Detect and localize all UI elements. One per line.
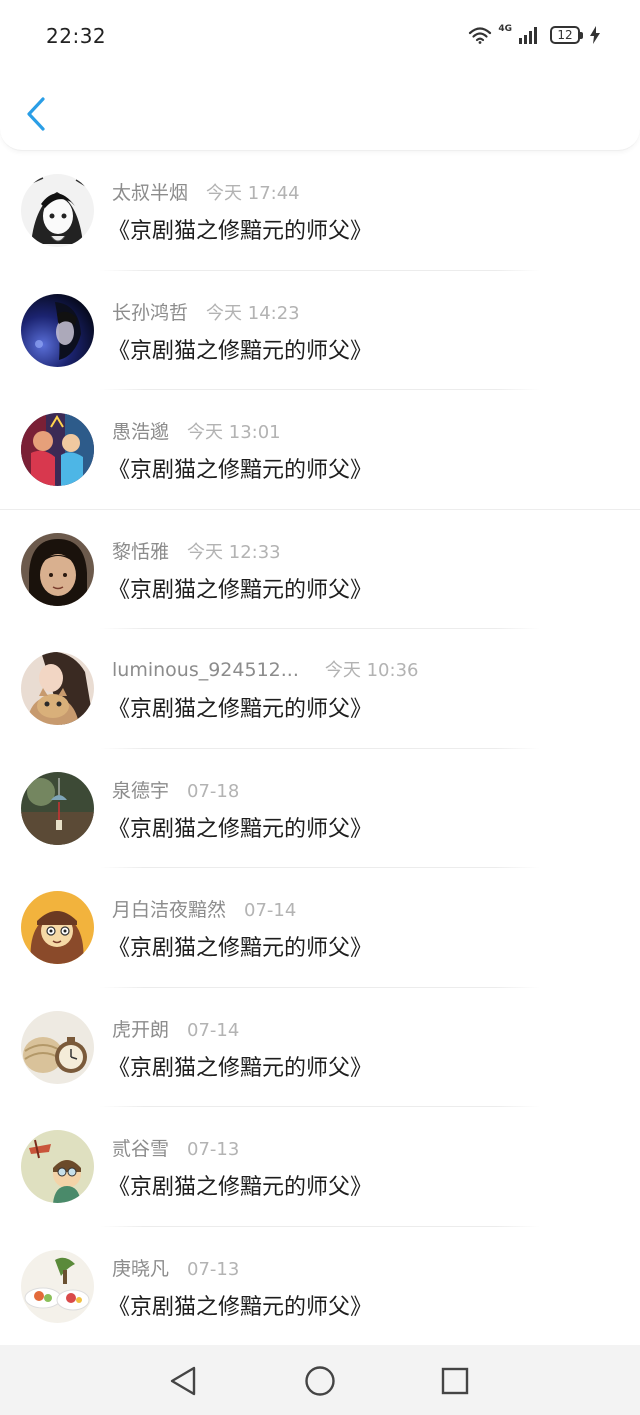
comment-content[interactable]: 《京剧猫之修黯元的师父》 (108, 691, 372, 723)
user-name[interactable]: 贰谷雪 (112, 1134, 169, 1161)
post-time: 今天 10:36 (324, 660, 419, 681)
avatar[interactable] (21, 532, 94, 606)
item-meta: 月白洁夜黯然 07-14 (112, 895, 296, 922)
user-name[interactable]: 虎开朗 (112, 1015, 169, 1042)
comment-content[interactable]: 《京剧猫之修黯元的师父》 (108, 572, 372, 604)
post-time: 今天 14:23 (206, 302, 300, 324)
status-icons: 4G 12 (468, 24, 600, 44)
comment-content[interactable]: 《京剧猫之修黯元的师父》 (108, 452, 372, 484)
chevron-left-icon (27, 97, 45, 131)
post-time: 07-13 (187, 1258, 240, 1280)
avatar[interactable] (21, 652, 94, 725)
list-item[interactable]: 愚浩邈 今天 13:01 《京剧猫之修黯元的师父》 (0, 390, 640, 510)
user-name[interactable]: 愚浩邈 (112, 417, 169, 444)
list-item[interactable]: 贰谷雪 07-13 《京剧猫之修黯元的师父》 (0, 1107, 640, 1227)
charging-icon (590, 26, 600, 44)
status-time: 22:32 (46, 24, 107, 48)
comment-list: 太叔半烟 今天 17:44 《京剧猫之修黯元的师父》 长孙鸿哲 今天 14:23… (0, 151, 640, 1345)
back-button[interactable] (18, 94, 54, 134)
battery-icon: 12 (550, 26, 583, 44)
item-meta: 太叔半烟 今天 17:44 (112, 178, 300, 205)
comment-content[interactable]: 《京剧猫之修黯元的师父》 (108, 1169, 372, 1201)
avatar[interactable] (21, 293, 94, 367)
item-meta: 贰谷雪 07-13 (112, 1134, 239, 1161)
system-navigation-bar (0, 1345, 640, 1415)
comment-list-screen: 22:32 4G 12 太叔半烟 今天 17:44 《京剧猫之修黯元的师父》 长… (0, 0, 640, 1415)
item-meta: luminous_924512... 今天 10:36 (112, 656, 418, 682)
post-time: 07-14 (244, 900, 297, 921)
post-time: 07-18 (187, 780, 240, 802)
list-item[interactable]: 太叔半烟 今天 17:44 《京剧猫之修黯元的师父》 (0, 151, 640, 271)
wifi-icon (469, 27, 492, 44)
comment-content[interactable]: 《京剧猫之修黯元的师父》 (108, 1050, 372, 1082)
post-time: 今天 12:33 (187, 541, 281, 563)
comment-content[interactable]: 《京剧猫之修黯元的师父》 (108, 213, 372, 245)
user-name[interactable]: 太叔半烟 (112, 178, 188, 205)
comment-content[interactable]: 《京剧猫之修黯元的师父》 (108, 930, 372, 962)
square-recents-icon (441, 1367, 469, 1395)
battery-level: 12 (557, 28, 573, 42)
avatar[interactable] (21, 1130, 94, 1203)
list-item[interactable]: luminous_924512... 今天 10:36 《京剧猫之修黯元的师父》 (0, 629, 640, 749)
user-name[interactable]: luminous_924512... (112, 659, 299, 681)
avatar[interactable] (21, 891, 94, 964)
list-item[interactable]: 虎开朗 07-14 《京剧猫之修黯元的师父》 (0, 988, 640, 1107)
user-name[interactable]: 长孙鸿哲 (112, 298, 188, 325)
item-meta: 泉德宇 07-18 (112, 776, 239, 803)
comment-content[interactable]: 《京剧猫之修黯元的师父》 (108, 1289, 372, 1321)
post-time: 今天 13:01 (187, 422, 281, 443)
avatar[interactable] (21, 1249, 94, 1323)
item-meta: 黎恬雅 今天 12:33 (112, 537, 281, 564)
circle-home-icon (305, 1366, 335, 1396)
status-bar: 22:32 4G 12 (0, 0, 640, 76)
comment-content[interactable]: 《京剧猫之修黯元的师父》 (108, 811, 372, 843)
list-item[interactable]: 泉德宇 07-18 《京剧猫之修黯元的师父》 (0, 749, 640, 868)
list-item[interactable]: 庚晓凡 07-13 《京剧猫之修黯元的师父》 (0, 1227, 640, 1347)
item-meta: 愚浩邈 今天 13:01 (112, 417, 281, 444)
nav-back-button[interactable] (166, 1363, 202, 1399)
nav-home-button[interactable] (302, 1363, 338, 1399)
list-item[interactable]: 长孙鸿哲 今天 14:23 《京剧猫之修黯元的师父》 (0, 271, 640, 390)
item-meta: 庚晓凡 07-13 (112, 1254, 239, 1281)
nav-recents-button[interactable] (437, 1363, 473, 1399)
user-name[interactable]: 黎恬雅 (112, 537, 169, 564)
cellular-signal-icon (519, 27, 537, 44)
comment-content[interactable]: 《京剧猫之修黯元的师父》 (108, 333, 372, 365)
avatar[interactable] (21, 413, 94, 486)
user-name[interactable]: 泉德宇 (112, 776, 169, 803)
top-header: 22:32 4G 12 (0, 0, 640, 151)
avatar[interactable] (21, 1010, 94, 1084)
triangle-back-icon (170, 1366, 196, 1396)
item-meta: 长孙鸿哲 今天 14:23 (112, 298, 300, 325)
user-name[interactable]: 庚晓凡 (112, 1254, 169, 1281)
network-type-label: 4G (498, 24, 512, 34)
item-meta: 虎开朗 07-14 (112, 1015, 239, 1042)
post-time: 07-14 (187, 1019, 240, 1041)
list-item[interactable]: 黎恬雅 今天 12:33 《京剧猫之修黯元的师父》 (0, 510, 640, 629)
post-time: 今天 17:44 (206, 183, 300, 204)
user-name[interactable]: 月白洁夜黯然 (112, 895, 226, 922)
avatar[interactable] (21, 771, 94, 845)
avatar[interactable] (21, 174, 94, 247)
post-time: 07-13 (187, 1139, 240, 1160)
list-item[interactable]: 月白洁夜黯然 07-14 《京剧猫之修黯元的师父》 (0, 868, 640, 988)
